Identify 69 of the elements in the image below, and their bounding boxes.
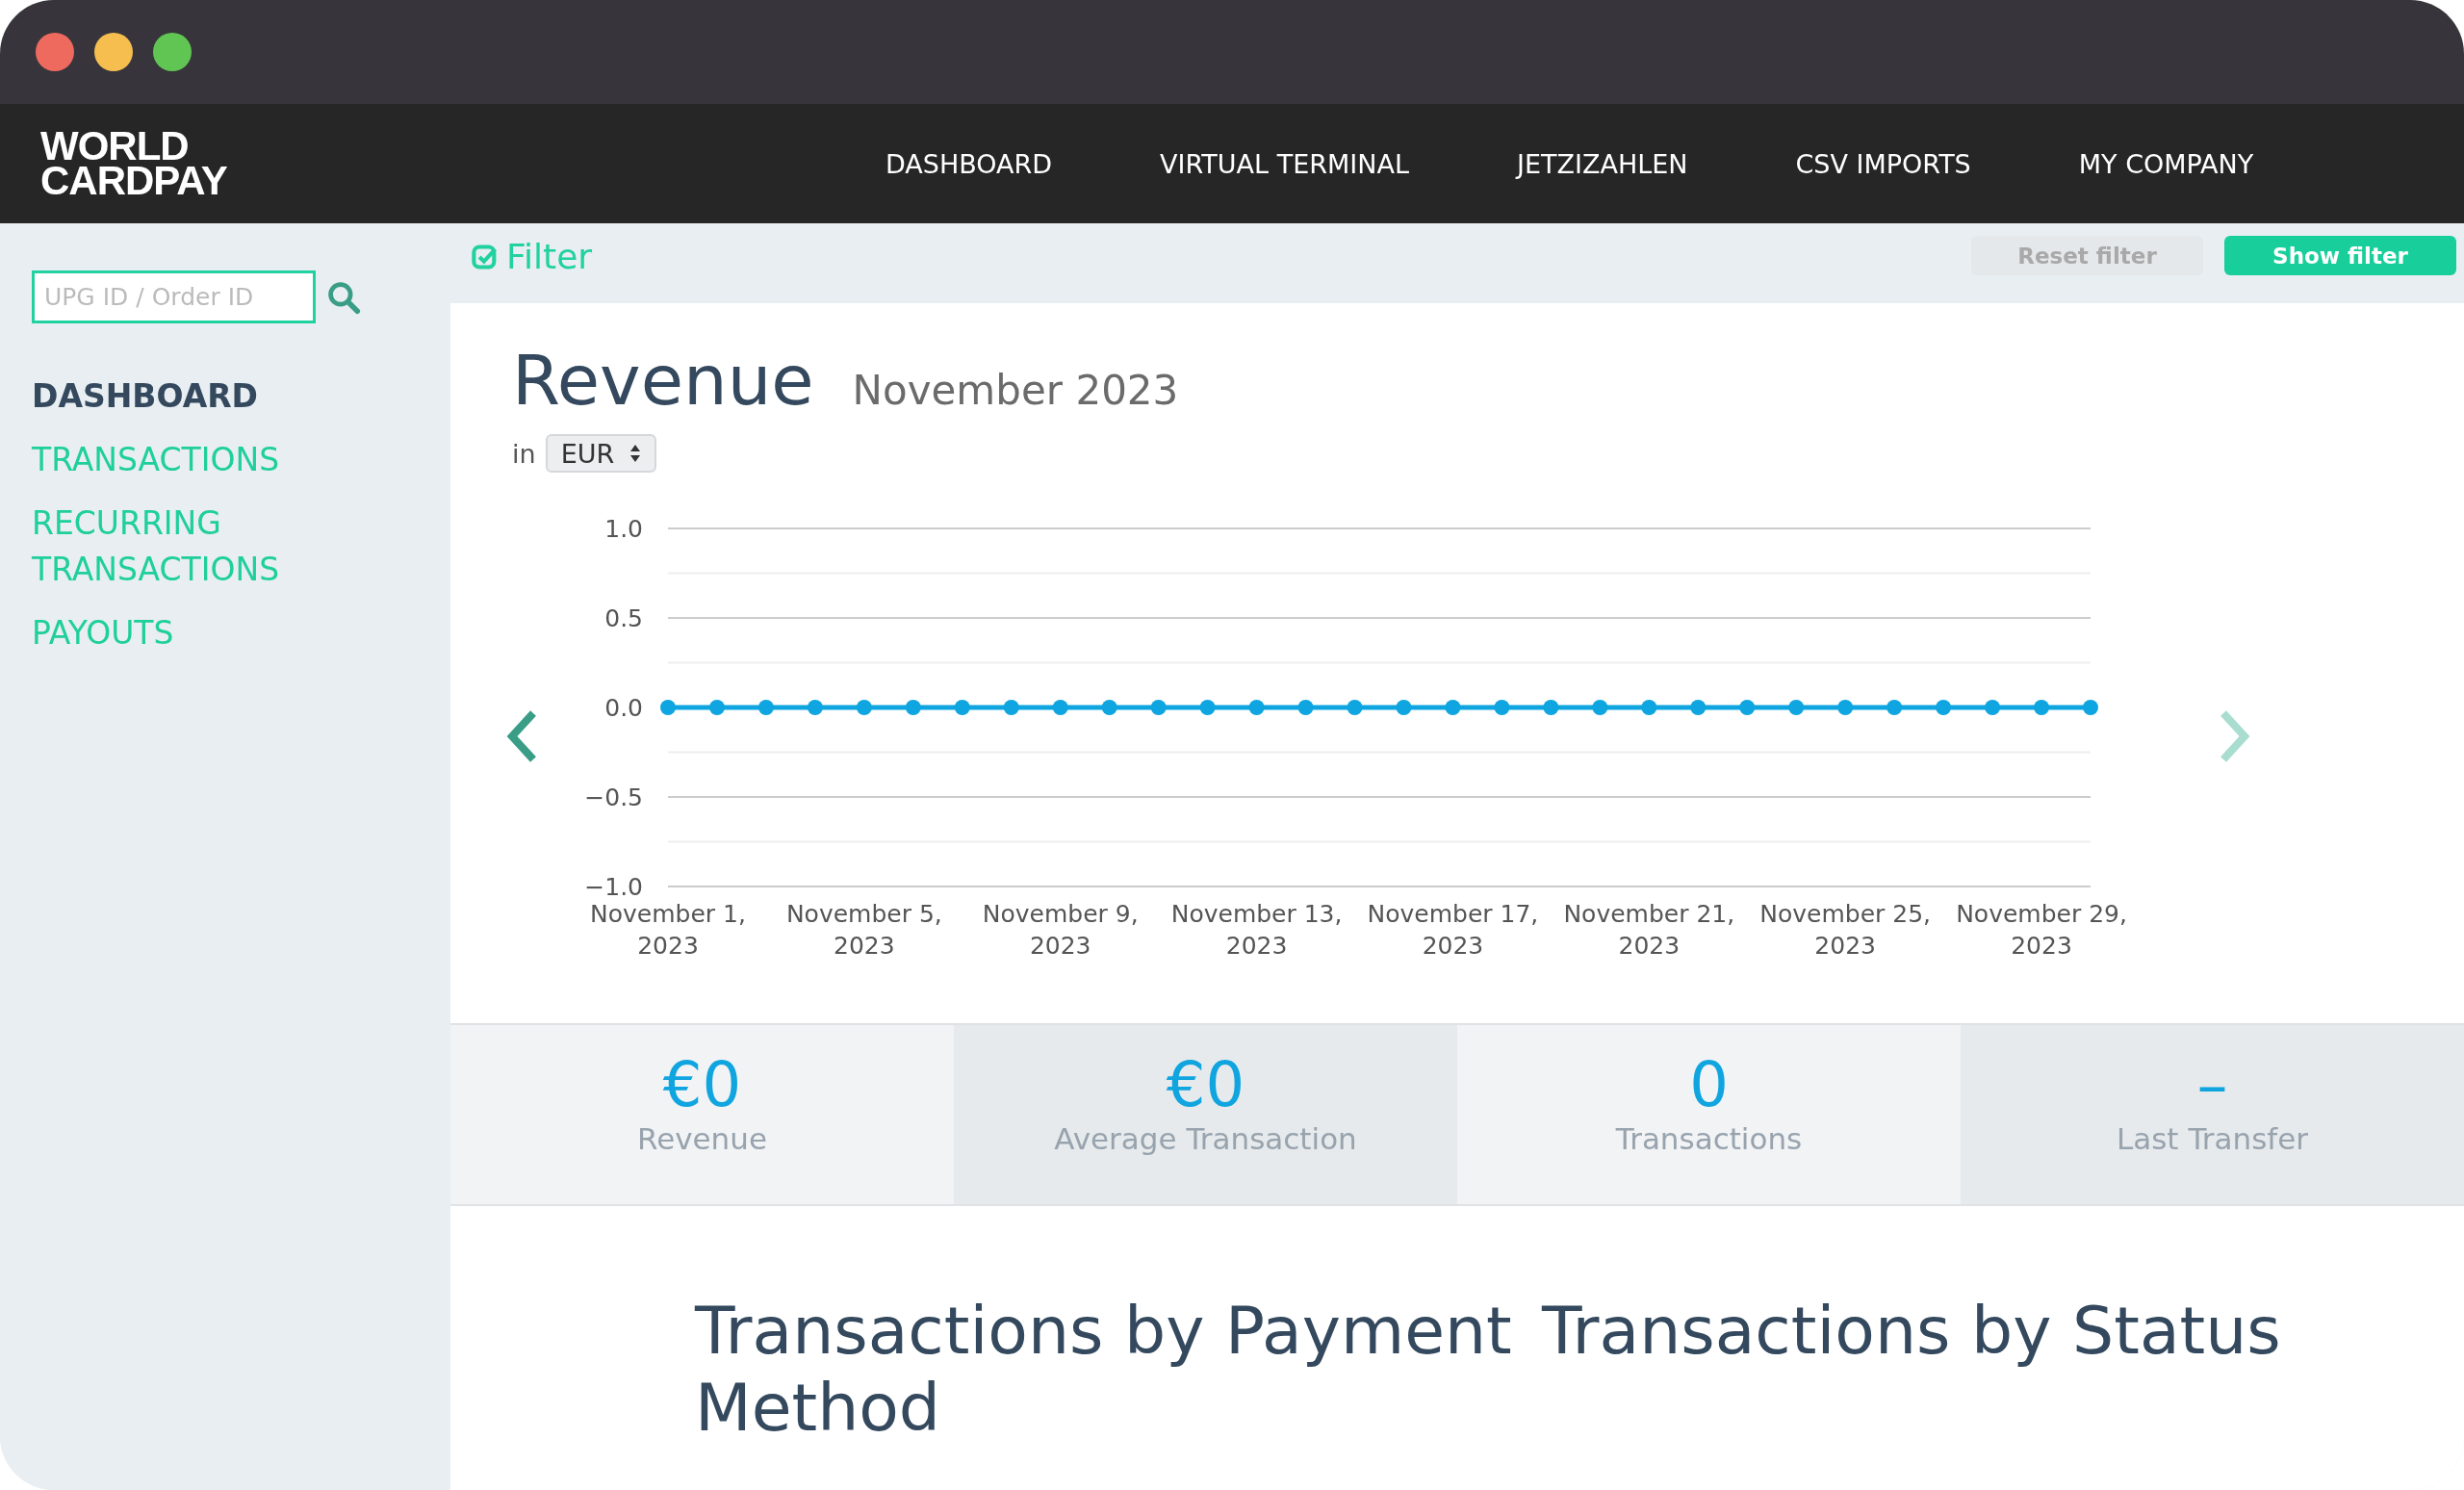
section-title: Transactions by Status <box>1542 1293 2282 1371</box>
period-label: November 2023 <box>852 367 1179 414</box>
nav-link[interactable]: MY COMPANY <box>2078 148 2254 179</box>
zoom-window-button[interactable] <box>153 33 192 71</box>
data-point <box>1641 700 1657 715</box>
currency-label: in <box>512 438 536 469</box>
data-point <box>2083 700 2098 715</box>
logo[interactable]: WORLD CARDPAY <box>0 129 866 198</box>
stat-label: Revenue <box>637 1121 767 1156</box>
data-point <box>1690 700 1707 715</box>
data-point <box>1003 700 1019 715</box>
data-point <box>1297 700 1314 715</box>
data-point <box>1985 700 2001 715</box>
data-point <box>1543 700 1559 715</box>
close-window-button[interactable] <box>36 33 74 71</box>
data-point <box>1052 700 1068 715</box>
data-point <box>708 700 725 715</box>
stat-value: €0 <box>662 1048 742 1121</box>
y-axis-label: 0.5 <box>604 604 643 632</box>
data-point <box>2034 700 2050 715</box>
data-point <box>1936 700 1952 715</box>
data-point <box>954 700 970 715</box>
data-point <box>1445 700 1461 715</box>
nav-link[interactable]: VIRTUAL TERMINAL <box>1160 148 1409 179</box>
data-point <box>905 700 921 715</box>
stat-value: – <box>2196 1048 2228 1121</box>
nav-link[interactable]: JETZIZAHLEN <box>1516 148 1688 179</box>
data-point <box>807 700 823 715</box>
x-axis-label: November 25, 2023 <box>1759 900 1932 960</box>
data-point <box>757 700 774 715</box>
x-axis-label: November 9, 2023 <box>982 900 1139 960</box>
data-point <box>1886 700 1903 715</box>
data-point <box>1494 700 1510 715</box>
data-point <box>1248 700 1265 715</box>
data-point <box>1199 700 1216 715</box>
checkbox-icon <box>472 243 499 270</box>
sidebar-link[interactable]: DASHBOARD <box>32 373 321 420</box>
data-point <box>1739 700 1756 715</box>
data-point <box>1788 700 1805 715</box>
currency-select[interactable]: EUR <box>545 434 657 473</box>
x-axis-label: November 1, 2023 <box>590 900 746 960</box>
data-point <box>660 700 676 715</box>
section-title: Transactions by Payment Method <box>695 1293 1513 1447</box>
x-axis-label: November 29, 2023 <box>1956 900 2127 960</box>
data-point <box>1101 700 1117 715</box>
x-axis-label: November 17, 2023 <box>1367 900 1539 960</box>
x-axis-label: November 13, 2023 <box>1170 900 1343 960</box>
stat-label: Average Transaction <box>1054 1121 1357 1156</box>
x-axis-label: November 5, 2023 <box>785 900 942 960</box>
page-title: Revenue <box>512 340 814 421</box>
stat-label: Last Transfer <box>2116 1121 2309 1156</box>
y-axis-label: 0.0 <box>604 694 643 722</box>
data-point <box>1837 700 1854 715</box>
data-point <box>856 700 872 715</box>
data-point <box>1347 700 1363 715</box>
search-field[interactable]: UPG ID / Order ID <box>32 270 316 323</box>
y-axis-label: −1.0 <box>584 873 643 901</box>
data-point <box>1150 700 1167 715</box>
stat-value: €0 <box>1166 1048 1245 1121</box>
data-point <box>1592 700 1608 715</box>
minimize-window-button[interactable] <box>94 33 133 71</box>
y-axis-label: −0.5 <box>584 784 643 811</box>
data-point <box>1396 700 1412 715</box>
nav-link[interactable]: CSV IMPORTS <box>1795 148 1971 179</box>
x-axis-label: November 21, 2023 <box>1563 900 1735 960</box>
stat-label: Transactions <box>1615 1121 1803 1156</box>
stat-value: 0 <box>1689 1048 1729 1121</box>
nav-link[interactable]: DASHBOARD <box>886 148 1053 179</box>
y-axis-label: 1.0 <box>604 515 643 543</box>
